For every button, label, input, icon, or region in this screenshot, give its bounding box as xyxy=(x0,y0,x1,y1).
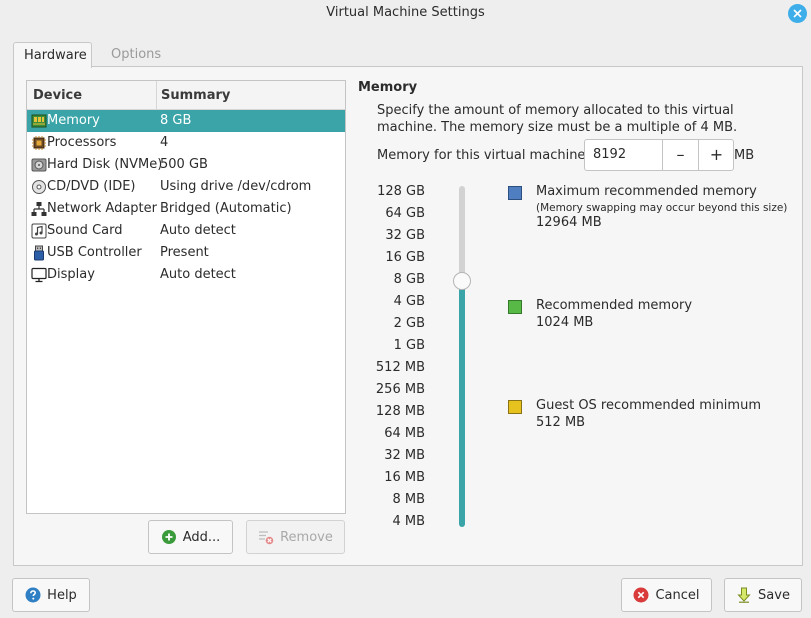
device-name: Processors xyxy=(47,135,117,150)
device-row-memory[interactable]: Memory 8 GB xyxy=(27,110,345,132)
tab-options[interactable]: Options xyxy=(101,42,171,68)
window-title: Virtual Machine Settings xyxy=(326,5,485,20)
add-device-label: Add... xyxy=(182,529,221,545)
device-name: Display xyxy=(47,267,95,282)
legend-swatch-yellow xyxy=(508,400,522,414)
memory-unit: MB xyxy=(734,148,755,163)
legend-swatch-green xyxy=(508,300,522,314)
device-summary: Present xyxy=(160,245,209,260)
scale-label: 16 GB xyxy=(385,250,425,265)
memory-icon xyxy=(31,114,47,128)
legend-note: (Memory swapping may occur beyond this s… xyxy=(536,202,788,214)
device-summary: 4 xyxy=(160,135,169,150)
help-label: Help xyxy=(47,587,77,603)
legend-label: Recommended memory xyxy=(536,298,693,313)
memory-slider-handle[interactable] xyxy=(453,272,471,290)
network-icon xyxy=(31,202,47,216)
legend-value: 512 MB xyxy=(536,415,586,430)
sound-card-icon xyxy=(31,223,47,239)
cd-dvd-icon xyxy=(32,180,46,194)
scale-label: 1 GB xyxy=(393,338,425,353)
legend-swatch-blue xyxy=(508,186,522,200)
close-icon xyxy=(793,9,802,18)
device-row-cd-dvd[interactable]: CD/DVD (IDE) Using drive /dev/cdrom xyxy=(27,176,345,198)
device-summary: Using drive /dev/cdrom xyxy=(160,179,312,194)
memory-slider-track[interactable] xyxy=(459,186,465,281)
column-header-device[interactable]: Device xyxy=(33,88,82,103)
device-list-header: Device Summary xyxy=(27,81,345,110)
device-name: Hard Disk (NVMe) xyxy=(47,157,163,172)
help-button[interactable]: Help xyxy=(12,578,90,612)
legend-label: Guest OS recommended minimum xyxy=(536,398,761,413)
scale-label: 64 GB xyxy=(385,206,425,221)
scale-label: 4 MB xyxy=(392,514,425,529)
memory-input[interactable]: 8192 xyxy=(593,147,626,162)
column-header-summary[interactable]: Summary xyxy=(161,88,230,103)
legend-label: Maximum recommended memory xyxy=(536,184,757,199)
device-row-network-adapter[interactable]: Network Adapter Bridged (Automatic) xyxy=(27,198,345,220)
device-row-usb-controller[interactable]: USB Controller Present xyxy=(27,242,345,264)
scale-label: 4 GB xyxy=(393,294,425,309)
device-summary: Bridged (Automatic) xyxy=(160,201,292,216)
memory-field-label: Memory for this virtual machine: xyxy=(377,148,590,163)
save-label: Save xyxy=(758,587,790,603)
cancel-button[interactable]: Cancel xyxy=(621,578,712,612)
legend-value: 12964 MB xyxy=(536,215,602,230)
device-summary: 8 GB xyxy=(160,113,192,128)
memory-increment-button[interactable]: + xyxy=(699,140,734,170)
memory-section-title: Memory xyxy=(358,80,418,95)
scale-label: 128 MB xyxy=(375,404,425,419)
display-icon xyxy=(31,267,47,283)
hard-disk-icon xyxy=(31,158,47,172)
scale-label: 64 MB xyxy=(384,426,425,441)
memory-spinbox: 8192 – + xyxy=(584,139,734,171)
device-row-display[interactable]: Display Auto detect xyxy=(27,264,345,286)
device-list: Device Summary Memory 8 GB Processors 4 xyxy=(26,80,346,514)
scale-label: 128 GB xyxy=(377,184,425,199)
scale-label: 8 MB xyxy=(392,492,425,507)
device-summary: 500 GB xyxy=(160,157,208,172)
scale-label: 32 MB xyxy=(384,448,425,463)
usb-icon xyxy=(34,245,44,261)
close-button[interactable] xyxy=(788,4,807,23)
title-bar: Virtual Machine Settings xyxy=(0,0,811,27)
help-icon xyxy=(25,587,41,603)
add-device-button[interactable]: Add... xyxy=(148,520,233,554)
scale-label: 32 GB xyxy=(385,228,425,243)
memory-description: Specify the amount of memory allocated t… xyxy=(377,103,738,135)
device-row-sound-card[interactable]: Sound Card Auto detect xyxy=(27,220,345,242)
remove-icon xyxy=(259,531,274,545)
device-name: Network Adapter xyxy=(47,201,157,216)
processor-icon xyxy=(32,136,46,150)
column-divider xyxy=(156,81,157,110)
cancel-label: Cancel xyxy=(655,587,700,603)
device-summary: Auto detect xyxy=(160,223,236,238)
memory-decrement-button[interactable]: – xyxy=(663,140,698,170)
scale-label: 8 GB xyxy=(393,272,425,287)
scale-label: 512 MB xyxy=(375,360,425,375)
scale-label: 2 GB xyxy=(393,316,425,331)
save-arrow-icon xyxy=(737,587,751,603)
remove-device-button[interactable]: Remove xyxy=(246,520,345,554)
legend-value: 1024 MB xyxy=(536,315,594,330)
add-icon xyxy=(161,530,176,544)
save-button[interactable]: Save xyxy=(724,578,802,612)
device-row-hard-disk[interactable]: Hard Disk (NVMe) 500 GB xyxy=(27,154,345,176)
device-row-processors[interactable]: Processors 4 xyxy=(27,132,345,154)
device-name: CD/DVD (IDE) xyxy=(47,179,136,194)
remove-device-label: Remove xyxy=(280,529,333,545)
cancel-icon xyxy=(633,587,649,603)
device-name: USB Controller xyxy=(47,245,142,260)
tab-hardware[interactable]: Hardware xyxy=(13,42,92,68)
device-name: Sound Card xyxy=(47,223,123,238)
scale-label: 256 MB xyxy=(375,382,425,397)
device-name: Memory xyxy=(47,113,100,128)
scale-label: 16 MB xyxy=(384,470,425,485)
device-summary: Auto detect xyxy=(160,267,236,282)
memory-slider-fill[interactable] xyxy=(459,281,465,527)
